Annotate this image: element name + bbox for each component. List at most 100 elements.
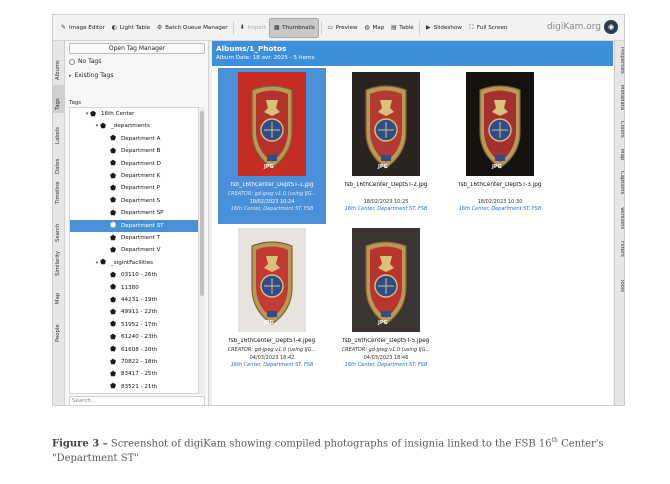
toolbar-label: Light Table <box>119 24 151 31</box>
tree-item[interactable]: ⬟ 61608 - 20th <box>70 344 198 356</box>
tree-item[interactable]: ⬟ Department T <box>70 232 198 244</box>
tree-item[interactable]: ⬟ Department D <box>70 158 198 170</box>
tree-item[interactable]: ⬟ 83417 - 25th <box>70 368 198 380</box>
full-screen-button[interactable]: ⛶ Full Screen <box>465 18 511 38</box>
light-table-icon: ◐ <box>111 24 117 31</box>
thumbnails-icon: ▦ <box>273 24 280 31</box>
insignia-photo <box>238 72 306 176</box>
photo-thumbnail[interactable]: JPG <box>228 72 316 176</box>
tree-item[interactable]: ⬟ Department K <box>70 170 198 182</box>
tree-item-label: 61608 - 20th <box>121 346 158 353</box>
light-table-button[interactable]: ◐ Light Table <box>108 18 153 38</box>
batch-queue-icon: ⚙ <box>156 24 163 31</box>
no-tags-option[interactable]: No Tags <box>69 58 101 65</box>
tab-label: Albums <box>55 60 61 80</box>
expand-arrow-icon[interactable]: ▸ <box>69 73 72 79</box>
photo-thumbnail[interactable]: JPG <box>342 72 430 176</box>
tab-label: Versions <box>619 207 625 230</box>
thumbnail-name: fsb_16thCenter_DeptST-3.jpg <box>458 182 542 188</box>
tab-properties[interactable]: Properties <box>618 47 624 81</box>
tab-label: Captions <box>619 171 625 195</box>
tree-item[interactable]: ▾ ⬟ 16th Center <box>70 108 198 120</box>
thumbnail-item[interactable]: JPG fsb_16thCenter_DeptST-2.jpg 18/02/2023… <box>332 68 440 224</box>
tree-item-label: Department P <box>121 185 161 192</box>
slideshow-button[interactable]: ▶ Slideshow <box>422 18 465 38</box>
map-button[interactable]: ◍ Map <box>360 18 387 38</box>
tree-item[interactable]: ⬟ 49911 - 22th <box>70 306 198 318</box>
toolbar-separator <box>418 20 420 35</box>
tree-item[interactable]: ⬟ Department P <box>70 182 198 194</box>
tree-item[interactable]: ▾ ⬟ _sigintFacilities <box>70 257 198 269</box>
toolbar-label: Full Screen <box>476 24 508 31</box>
photo-thumbnail[interactable]: JPG <box>342 228 430 332</box>
tab-albums[interactable]: Albums <box>53 43 65 83</box>
tree-item[interactable]: ⬟ Department S <box>70 195 198 207</box>
thumbnail-name: fsb_16thCenter_DeptST-4.jpeg <box>228 338 316 344</box>
toolbar-label: Preview <box>335 24 358 31</box>
tree-item-label: Department SP <box>121 210 164 217</box>
preview-button[interactable]: ▭ Preview <box>324 18 361 38</box>
thumbnail-date: 04/03/2023 18:42 <box>249 355 295 361</box>
tree-item[interactable]: ⬟ 83521 - 21th <box>70 381 198 393</box>
tab-versions[interactable]: Versions <box>618 207 625 241</box>
tab-label: Map <box>55 292 61 304</box>
thumbnails-button[interactable]: ▦ Thumbnails <box>269 17 319 38</box>
tag-icon: ⬟ <box>100 258 107 267</box>
tag-icon: ⬟ <box>110 357 117 366</box>
tree-item-label: _departments <box>111 123 150 130</box>
import-button[interactable]: ⬇ Import <box>236 18 270 38</box>
thumbnail-item[interactable]: JPG fsb_16thCenter_DeptST-5.jpeg CREATOR: … <box>332 224 440 380</box>
tree-item-label: Department B <box>121 148 161 155</box>
tab-labels[interactable]: Labels <box>53 115 65 147</box>
thumbnail-meta: CREATOR: gd-jpeg v1.0 (using IJG... <box>227 191 317 197</box>
tree-item[interactable]: ⬟ 11380 <box>70 282 198 294</box>
brand: digiKam.org ◉ <box>547 20 618 34</box>
tag-icon: ⬟ <box>110 183 117 192</box>
photo-thumbnail[interactable]: JPG <box>228 228 316 332</box>
tab-dates[interactable]: Dates <box>53 149 65 177</box>
image-editor-button[interactable]: ✎ Image Editor <box>57 18 108 38</box>
tag-tree-scrollbar[interactable] <box>199 107 205 394</box>
tab-tools[interactable]: Tools <box>618 279 624 313</box>
tree-item-label: Department K <box>121 173 161 179</box>
tab-metadata[interactable]: Metadata <box>618 85 624 119</box>
tree-item[interactable]: ⬟ Department ST <box>70 219 198 232</box>
thumbnail-item[interactable]: JPG fsb_16thCenter_DeptST-1.jpg CREATOR: g… <box>218 68 326 224</box>
tag-icon: ⬟ <box>110 332 117 341</box>
open-tag-manager-button[interactable]: Open Tag Manager <box>69 43 205 54</box>
tree-item[interactable]: ⬟ 61240 - 23th <box>70 331 198 343</box>
tab-similarity[interactable]: Similarity <box>53 249 65 279</box>
table-button[interactable]: ▤ Table <box>387 18 416 38</box>
tab-filters[interactable]: Filters <box>618 241 624 275</box>
no-tags-radio[interactable] <box>69 58 75 65</box>
tag-search-input[interactable]: Search... <box>69 396 205 405</box>
album-subtitle: Album Date: 18 avr. 2025 - 5 items <box>216 55 315 61</box>
tree-item[interactable]: ⬟ 70822 - 18th <box>70 356 198 368</box>
tree-item[interactable]: ▸⬟subdivisions <box>70 393 198 394</box>
tree-item[interactable]: ⬟ 44231 - 19th <box>70 294 198 306</box>
batch-queue-button[interactable]: ⚙ Batch Queue Manager <box>153 18 231 38</box>
tab-search[interactable]: Search <box>53 209 65 245</box>
tree-item[interactable]: ⬟ Department A <box>70 133 198 145</box>
caption-text: Screenshot of digiKam showing compiled p… <box>107 438 552 450</box>
photo-thumbnail[interactable]: JPG <box>456 72 544 176</box>
tree-item[interactable]: ⬟ 03110 - 26th <box>70 269 198 281</box>
scrollbar-thumb[interactable] <box>200 111 204 296</box>
tag-tree: ▾ ⬟ 16th Center ▾ ⬟ _departments ⬟ Department A… <box>69 107 199 394</box>
thumbnail-item[interactable]: JPG fsb_16thCenter_DeptST-3.jpg 18/02/2023… <box>446 68 554 224</box>
tree-item[interactable]: ⬟ Department SP <box>70 207 198 219</box>
tree-item[interactable]: ⬟ Department B <box>70 145 198 157</box>
tab-timeline[interactable]: Timeline <box>53 179 65 207</box>
tab-label: Labels <box>55 126 61 144</box>
tab-captions[interactable]: Captions <box>618 171 625 205</box>
thumbnail-item[interactable]: JPG fsb_16thCenter_DeptST-4.jpeg CREATOR: … <box>218 224 326 380</box>
tab-map[interactable]: Map <box>53 281 65 307</box>
insignia-photo <box>352 72 420 176</box>
tab-tags[interactable]: Tags <box>53 85 65 113</box>
tree-item[interactable]: ▾ ⬟ _departments <box>70 120 198 132</box>
tab-people[interactable]: People <box>53 309 65 345</box>
tree-item[interactable]: ⬟ Department V <box>70 244 198 256</box>
existing-tags-option[interactable]: ▸ Existing Tags <box>69 72 113 79</box>
tab-label: Colors <box>619 121 625 138</box>
tree-item[interactable]: ⬟ 51952 - 17th <box>70 319 198 331</box>
